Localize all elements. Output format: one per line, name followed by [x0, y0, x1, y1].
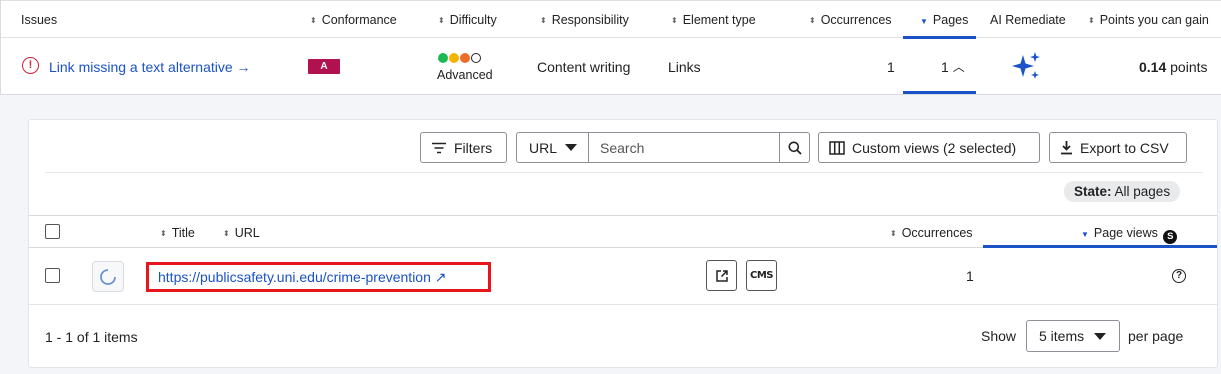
- points-value: 0.14 points: [1139, 59, 1208, 75]
- items-per-page-value: 5 items: [1039, 328, 1085, 344]
- download-icon: [1061, 141, 1072, 155]
- state-label: State:: [1074, 184, 1112, 199]
- open-page-button[interactable]: [706, 260, 737, 291]
- header-points-label: Points you can gain: [1099, 13, 1209, 27]
- header-element-type-label: Element type: [682, 13, 756, 27]
- header-pages[interactable]: ▼ Pages: [920, 13, 968, 27]
- header-occurrences-pages[interactable]: ⬍ Occurrences: [890, 226, 973, 240]
- caret-down-icon: [1094, 332, 1107, 340]
- issues-table: Issues ⬍ Conformance ⬍ Difficulty ⬍ Respons…: [0, 0, 1221, 95]
- search-field-select[interactable]: URL: [516, 132, 589, 163]
- pagination-count: 1 - 1 of 1 items: [45, 329, 138, 345]
- header-occurrences-label: Occurrences: [820, 13, 892, 27]
- search-button[interactable]: [780, 132, 810, 163]
- occurrences-value: 1: [887, 59, 895, 75]
- header-responsibility-label: Responsibility: [551, 13, 629, 27]
- page-url-link[interactable]: https://publicsafety.uni.edu/crime-preve…: [146, 262, 491, 292]
- difficulty-dot: [460, 53, 470, 63]
- header-title-label: Title: [171, 226, 195, 240]
- points-unit: points: [1170, 59, 1208, 75]
- row-occurrences: 1: [966, 268, 974, 284]
- filters-label: Filters: [454, 139, 493, 156]
- chevron-up-icon: ︿: [952, 60, 965, 74]
- sparkle-icon[interactable]: [1011, 51, 1043, 83]
- items-per-page-select[interactable]: 5 items: [1026, 320, 1120, 352]
- difficulty-label: Advanced: [437, 68, 493, 82]
- filters-button[interactable]: Filters: [420, 132, 507, 163]
- conformance-badge: A: [308, 59, 340, 74]
- header-conformance-label: Conformance: [321, 13, 397, 27]
- loading-spinner-icon: [100, 268, 116, 285]
- header-url[interactable]: ⬍ URL: [223, 226, 260, 240]
- header-occurrences-pages-label: Occurrences: [901, 226, 973, 240]
- custom-views-label: Custom views (2 selected): [852, 139, 1017, 156]
- pages-expanded-indicator: [903, 91, 976, 94]
- header-title[interactable]: ⬍ Title: [160, 226, 195, 240]
- header-responsibility[interactable]: ⬍ Responsibility: [540, 13, 629, 27]
- header-page-views-label: Page views: [1093, 226, 1158, 240]
- show-label: Show: [981, 328, 1017, 344]
- header-pages-label: Pages: [932, 13, 969, 27]
- header-element-type[interactable]: ⬍ Element type: [671, 13, 756, 27]
- sort-icon: ⬍: [160, 229, 167, 238]
- issue-link[interactable]: Link missing a text alternative →: [49, 59, 251, 75]
- responsibility-value: Content writing: [537, 59, 631, 75]
- sort-desc-icon: ▼: [920, 17, 928, 26]
- header-conformance[interactable]: ⬍ Conformance: [310, 13, 397, 27]
- sort-icon: ⬍: [223, 229, 230, 238]
- caret-down-icon: [565, 144, 578, 151]
- row-checkbox[interactable]: [45, 268, 60, 283]
- search-group: URL: [516, 132, 810, 163]
- pages-toggle[interactable]: 1 ︿: [941, 59, 965, 76]
- header-difficulty[interactable]: ⬍ Difficulty: [438, 13, 497, 27]
- page-thumbnail: [92, 261, 124, 292]
- issue-row: ! Link missing a text alternative → A Ad…: [1, 38, 1221, 94]
- pages-value: 1: [941, 59, 949, 75]
- element-type-value: Links: [668, 59, 701, 75]
- header-occurrences[interactable]: ⬍ Occurrences: [809, 13, 892, 27]
- sort-icon: ⬍: [890, 229, 897, 238]
- state-badge: State: All pages: [1064, 181, 1181, 202]
- divider: [45, 172, 1203, 173]
- header-issues: Issues: [21, 13, 58, 27]
- difficulty-dots-icon: [438, 53, 481, 63]
- header-points[interactable]: ⬍ Points you can gain: [1088, 13, 1209, 27]
- search-icon: [788, 141, 802, 155]
- search-field-label: URL: [529, 139, 558, 156]
- cms-icon: CMS: [750, 270, 774, 281]
- difficulty-dot: [471, 53, 481, 63]
- sort-icon: ⬍: [540, 16, 547, 25]
- difficulty-dot: [438, 53, 448, 63]
- error-icon: !: [22, 57, 39, 74]
- sort-icon: ⬍: [310, 16, 317, 25]
- sort-desc-icon: ▼: [1081, 230, 1089, 239]
- sort-icon: ⬍: [438, 16, 445, 25]
- issues-header-row: Issues ⬍ Conformance ⬍ Difficulty ⬍ Respons…: [1, 0, 1221, 39]
- state-value: All pages: [1114, 184, 1171, 199]
- sort-icon: ⬍: [809, 16, 816, 25]
- external-link-icon: [715, 269, 728, 282]
- per-page-label: per page: [1128, 328, 1184, 344]
- export-csv-label: Export to CSV: [1080, 139, 1169, 156]
- custom-views-button[interactable]: Custom views (2 selected): [818, 132, 1040, 163]
- export-csv-button[interactable]: Export to CSV: [1049, 132, 1187, 163]
- filter-icon: [432, 142, 446, 153]
- sort-icon: ⬍: [671, 16, 678, 25]
- search-input[interactable]: [589, 132, 780, 163]
- cms-button[interactable]: CMS: [746, 260, 777, 291]
- table-row: https://publicsafety.uni.edu/crime-preve…: [29, 248, 1217, 305]
- sort-icon: ⬍: [1088, 16, 1095, 25]
- header-difficulty-label: Difficulty: [449, 13, 497, 27]
- pages-header-row: ⬍ Title ⬍ URL ⬍ Occurrences ▼ Page views S: [29, 215, 1217, 248]
- help-icon[interactable]: ?: [1172, 269, 1186, 283]
- points-number: 0.14: [1139, 59, 1167, 75]
- header-url-label: URL: [234, 226, 260, 240]
- difficulty-dot: [449, 53, 459, 63]
- header-page-views[interactable]: ▼ Page views S: [1081, 226, 1178, 244]
- pages-card: Filters URL Custom views (2 selected) Ex…: [28, 119, 1218, 368]
- columns-icon: [829, 140, 845, 155]
- select-all-checkbox[interactable]: [45, 224, 60, 239]
- header-ai-remediate: AI Remediate: [990, 13, 1066, 27]
- s-badge-icon: S: [1163, 230, 1178, 244]
